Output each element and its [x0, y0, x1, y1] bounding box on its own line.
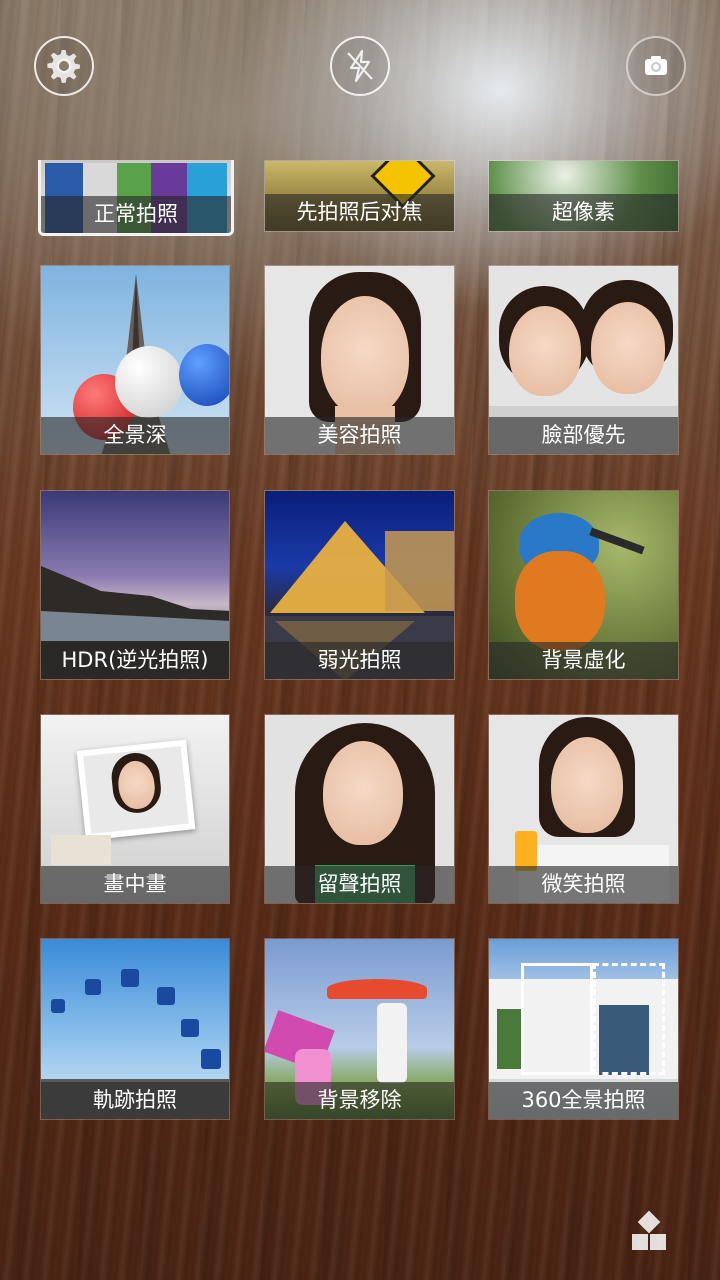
camera-switch-icon [645, 56, 667, 75]
mode-tile-refocus[interactable]: 先拍照后对焦 [264, 160, 455, 232]
mode-label: 背景虛化 [489, 642, 678, 679]
mode-tile-smile-shot[interactable]: 微笑拍照 [488, 714, 679, 904]
gear-icon [47, 49, 80, 83]
mode-label: HDR(逆光拍照) [41, 642, 229, 679]
mode-tile-picture-in-picture[interactable]: 畫中畫 [40, 714, 230, 904]
mode-label: 正常拍照 [41, 196, 231, 233]
mode-tile-remove-background[interactable]: 背景移除 [264, 938, 455, 1120]
mode-label: 美容拍照 [265, 417, 454, 454]
mode-tile-depth-of-field[interactable]: 全景深 [40, 265, 230, 455]
mode-label: 背景移除 [265, 1082, 454, 1119]
mode-label: 弱光拍照 [265, 642, 454, 679]
mode-tile-voice-photo[interactable]: 留聲拍照 [264, 714, 455, 904]
grid-view-icon[interactable] [632, 1210, 668, 1252]
mode-label: 全景深 [41, 417, 229, 454]
flash-button[interactable] [330, 36, 390, 96]
mode-tile-panorama-360[interactable]: 360全景拍照 [488, 938, 679, 1120]
settings-button[interactable] [34, 36, 94, 96]
mode-label: 先拍照后对焦 [265, 194, 454, 231]
mode-label: 臉部優先 [489, 417, 678, 454]
mode-label: 畫中畫 [41, 866, 229, 903]
mode-label: 微笑拍照 [489, 866, 678, 903]
mode-tile-trajectory[interactable]: 軌跡拍照 [40, 938, 230, 1120]
mode-tile-hdr[interactable]: HDR(逆光拍照) [40, 490, 230, 680]
mode-label: 超像素 [489, 194, 678, 231]
switch-camera-button[interactable] [626, 36, 686, 96]
flash-off-icon [347, 49, 373, 83]
mode-tile-background-blur[interactable]: 背景虛化 [488, 490, 679, 680]
camera-mode-screen: 正常拍照 先拍照后对焦 超像素 全景深 美容拍照 臉部優先 HDR(逆光拍照) … [0, 0, 720, 1280]
mode-tile-super-resolution[interactable]: 超像素 [488, 160, 679, 232]
mode-tile-normal[interactable]: 正常拍照 [38, 160, 234, 236]
mode-label: 軌跡拍照 [41, 1082, 229, 1119]
mode-label: 360全景拍照 [489, 1082, 678, 1119]
mode-tile-beautification[interactable]: 美容拍照 [264, 265, 455, 455]
mode-tile-low-light[interactable]: 弱光拍照 [264, 490, 455, 680]
mode-label: 留聲拍照 [265, 866, 454, 903]
mode-tile-face-priority[interactable]: 臉部優先 [488, 265, 679, 455]
